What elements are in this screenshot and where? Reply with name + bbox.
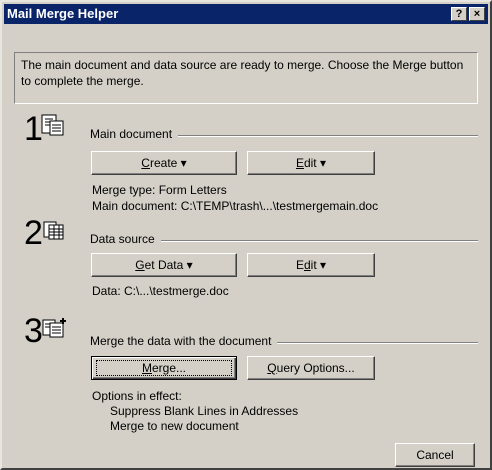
dropdown-arrow-icon: ▾ (320, 156, 327, 170)
title-bar: Mail Merge Helper ? × (4, 4, 488, 24)
main-document-icon (41, 114, 64, 136)
close-button[interactable]: × (469, 7, 485, 21)
get-data-label-access-key: G (135, 258, 145, 272)
help-button[interactable]: ? (451, 7, 467, 21)
get-data-button[interactable]: Get Data ▾ (91, 253, 237, 277)
create-label-access-key: C (141, 156, 150, 170)
edit-data-source-button[interactable]: Edit ▾ (247, 253, 375, 277)
option-suppress-blank-lines: Suppress Blank Lines in Addresses (110, 404, 299, 418)
query-options-button[interactable]: Query Options... (247, 356, 375, 380)
focus-rectangle (96, 360, 232, 376)
create-label-rest: reate (149, 156, 178, 170)
edit-label-access-key: E (295, 156, 304, 170)
step-3-label: Merge the data with the document (90, 334, 278, 348)
merge-icon (42, 318, 66, 338)
cancel-button[interactable]: Cancel (395, 443, 475, 467)
main-document-path-text: Main document: C:\TEMP\trash\...\testmer… (92, 199, 379, 213)
mail-merge-helper-dialog: Mail Merge Helper ? × The main document … (0, 0, 492, 470)
step-2-label: Data source (90, 232, 161, 246)
step-1-label: Main document (90, 127, 179, 141)
data-source-path-text: Data: C:\...\testmerge.doc (92, 284, 229, 298)
edit-data-label-rest: it (310, 258, 317, 272)
dropdown-arrow-icon: ▾ (320, 258, 327, 272)
merge-button[interactable]: Merge... (91, 356, 237, 380)
get-data-label-rest: et Data (144, 258, 184, 272)
merge-type-text: Merge type: Form Letters (92, 183, 227, 197)
option-merge-to-new-document: Merge to new document (110, 419, 239, 433)
edit-data-label-access-key: d (303, 258, 311, 272)
step-2-number: 2 (24, 214, 43, 252)
edit-label-rest: dit (303, 156, 317, 170)
window-title: Mail Merge Helper (7, 6, 119, 21)
intro-message: The main document and data source are re… (14, 52, 478, 104)
dropdown-arrow-icon: ▾ (180, 156, 187, 170)
dropdown-arrow-icon: ▾ (186, 258, 193, 272)
edit-data-label-pre: E (295, 258, 304, 272)
data-source-icon (43, 221, 64, 240)
query-label-access-key: Q (267, 361, 277, 375)
query-label-rest: uery Options... (276, 361, 355, 375)
step-3-number: 3 (24, 312, 43, 350)
create-button[interactable]: Create ▾ (91, 151, 237, 175)
options-heading-text: Options in effect: (92, 389, 182, 403)
edit-main-document-button[interactable]: Edit ▾ (247, 151, 375, 175)
